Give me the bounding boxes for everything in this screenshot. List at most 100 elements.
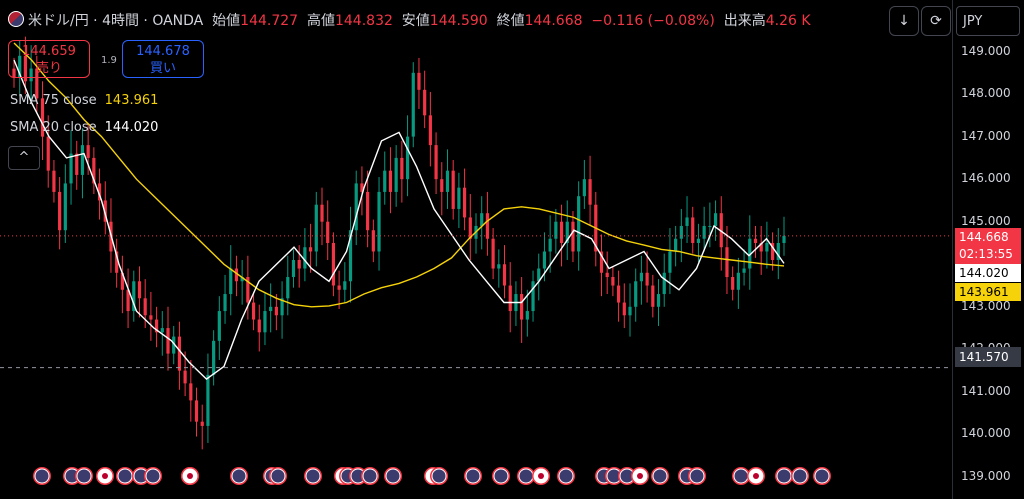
event-marker-icon[interactable] <box>430 467 448 485</box>
candle-body <box>58 191 62 231</box>
event-marker-icon[interactable] <box>269 467 287 485</box>
volume-label: 出来高 <box>723 13 766 29</box>
collapse-legend-button[interactable]: ^ <box>8 146 40 170</box>
close-value: 144.668 <box>524 13 583 29</box>
event-marker-icon[interactable] <box>116 467 134 485</box>
candle-body <box>394 157 398 192</box>
candle-body <box>708 225 712 227</box>
candle <box>440 162 444 216</box>
candle <box>748 215 752 290</box>
candle <box>229 245 233 316</box>
candle-body <box>679 225 683 239</box>
candle-body <box>291 260 296 278</box>
event-marker-icon[interactable] <box>304 467 322 485</box>
candle <box>639 255 644 305</box>
buy-label: 買い <box>149 61 176 76</box>
scroll-down-button[interactable]: ↓ <box>889 6 919 36</box>
candle-body <box>257 319 261 333</box>
candle-body <box>588 179 592 205</box>
buy-button[interactable]: 144.678 買い <box>122 40 204 78</box>
event-marker-icon[interactable] <box>532 467 550 485</box>
candle <box>645 251 649 303</box>
candle <box>731 266 735 301</box>
candle <box>423 70 427 129</box>
candle-body <box>520 294 524 320</box>
candle <box>251 291 256 331</box>
candle <box>400 140 404 203</box>
y-tick-label: 140.000 <box>961 426 1011 441</box>
candle <box>451 160 455 220</box>
candle <box>628 283 632 337</box>
event-marker-icon[interactable] <box>631 467 649 485</box>
candle-body <box>440 179 444 192</box>
event-marker-icon[interactable] <box>230 467 248 485</box>
candle-body <box>577 196 581 252</box>
candle <box>115 238 119 288</box>
event-marker-icon[interactable] <box>747 467 765 485</box>
candle-body <box>189 383 193 401</box>
event-marker-icon[interactable] <box>813 467 831 485</box>
candle <box>149 291 153 341</box>
symbol-title[interactable]: 米ドル/円 · 4時間 · OANDA <box>28 13 203 29</box>
candle-body <box>194 400 199 422</box>
event-marker-icon[interactable] <box>33 467 51 485</box>
candle-body <box>303 247 307 269</box>
candle <box>80 128 85 199</box>
candle-body <box>634 281 638 307</box>
candle <box>280 281 284 339</box>
candle-body <box>497 264 501 269</box>
event-marker-icon[interactable] <box>492 467 510 485</box>
indicator-sma75[interactable]: SMA 75 close 143.961 <box>10 93 158 108</box>
event-marker-icon[interactable] <box>775 467 793 485</box>
indicator-sma20[interactable]: SMA 20 close 144.020 <box>10 120 158 135</box>
candle <box>742 249 746 286</box>
event-marker-icon[interactable] <box>144 467 162 485</box>
event-marker-icon[interactable] <box>464 467 482 485</box>
candle <box>388 147 393 214</box>
event-marker-icon[interactable] <box>361 467 379 485</box>
refresh-button[interactable]: ⟳ <box>921 6 951 36</box>
event-marker-icon[interactable] <box>181 467 199 485</box>
candle <box>394 145 398 207</box>
candle <box>371 219 375 263</box>
candle-body <box>212 340 216 375</box>
candle <box>212 330 216 386</box>
arrow-down-icon: ↓ <box>898 13 910 29</box>
event-marker-icon[interactable] <box>688 467 706 485</box>
event-markers[interactable] <box>33 467 831 485</box>
candle-body <box>628 306 632 316</box>
candle-body <box>166 328 170 354</box>
y-tick-label: 145.000 <box>961 213 1011 228</box>
crosshair-price-tag: 141.570 <box>955 347 1021 367</box>
event-marker-icon[interactable] <box>384 467 402 485</box>
candle-body <box>183 370 187 384</box>
event-marker-icon[interactable] <box>651 467 669 485</box>
change-value: −0.116 (−0.08%) <box>591 13 715 29</box>
candle <box>599 234 604 297</box>
event-marker-icon[interactable] <box>96 467 114 485</box>
sell-price: 144.659 <box>22 44 76 59</box>
candle <box>611 266 615 297</box>
candle-body <box>75 153 79 175</box>
candle <box>537 253 541 301</box>
candle <box>428 91 432 167</box>
candle <box>674 225 678 267</box>
candle-body <box>508 285 512 312</box>
event-marker-icon[interactable] <box>791 467 809 485</box>
candle-body <box>559 221 564 243</box>
sell-button[interactable]: 144.659 売り <box>8 40 90 78</box>
candle <box>514 281 518 326</box>
candle-body <box>297 260 301 269</box>
symbol-header: 米ドル/円 · 4時間 · OANDA 始値144.727 高値144.832 … <box>8 10 811 30</box>
candle <box>120 255 124 314</box>
candle <box>480 196 484 250</box>
candle <box>434 132 438 195</box>
event-marker-icon[interactable] <box>75 467 93 485</box>
candle-body <box>274 306 278 316</box>
event-marker-icon[interactable] <box>557 467 575 485</box>
candle-body <box>662 272 666 295</box>
sma20-tag: 144.020 <box>955 264 1021 282</box>
candle-body <box>411 72 415 137</box>
candle-body <box>269 306 273 312</box>
currency-selector[interactable]: JPY <box>956 6 1020 36</box>
